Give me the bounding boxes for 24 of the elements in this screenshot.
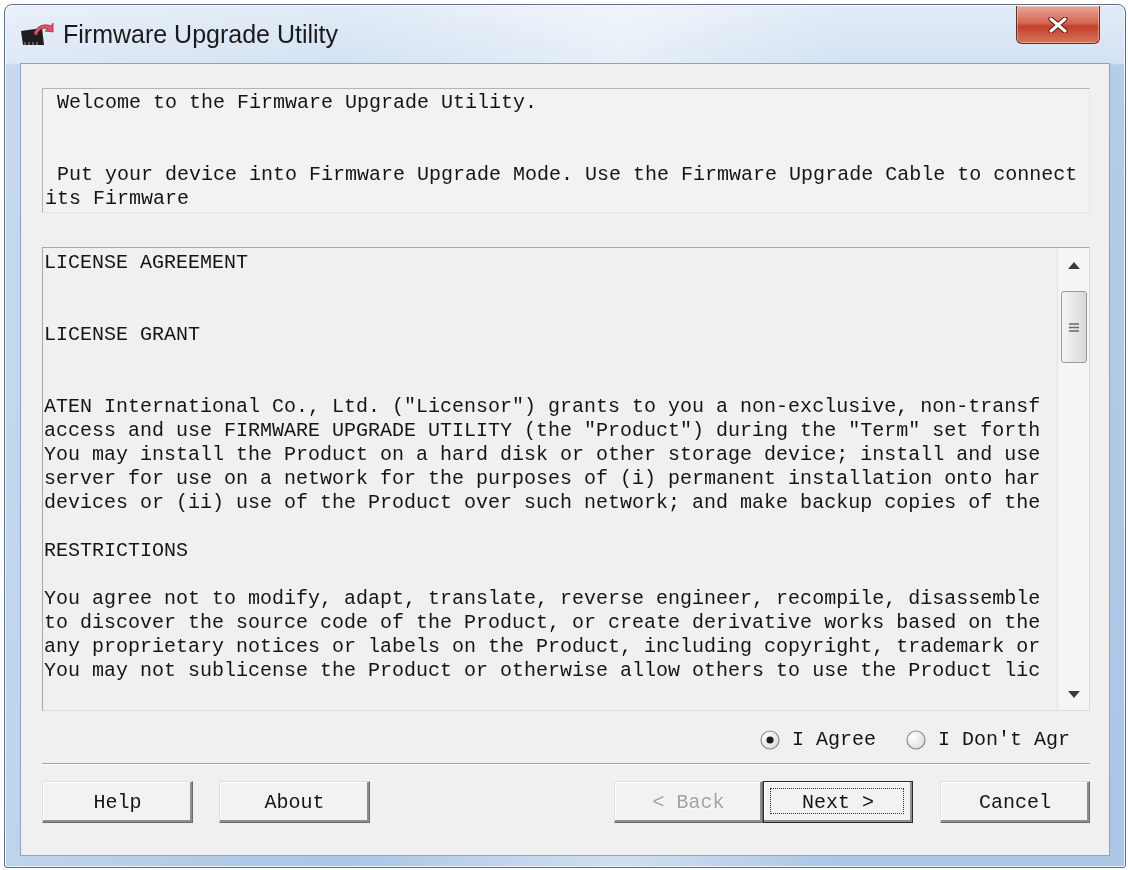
- dialog-button[interactable]: Help: [42, 781, 193, 823]
- scrollbar-track[interactable]: [1057, 248, 1089, 710]
- radio-option[interactable]: I Agree: [759, 728, 876, 752]
- instruction-text: Put your device into Firmware Upgrade Mode. Use the Firmware Upgrade Cable to connect its Firmware: [45, 163, 1079, 211]
- welcome-text: Welcome to the Firmware Upgrade Utility.: [56, 91, 539, 115]
- scroll-up-icon[interactable]: [1067, 262, 1080, 269]
- license-title: LICENSE AGREEMENT: [44, 251, 250, 275]
- license-paragraph: ATEN International Co., Ltd. ("Licensor") grants to you a non-exclusive, non-transf access and use FIRMWARE UPGRADE UTILITY (the "Product") during the "Term" set forth You may install the Product on a hard disk or other storage device; install and use server for use on a network for the purposes of (i) permanent installation onto har devices or (ii) use of the Product over such network; and make backup copies of the: [44, 395, 1042, 515]
- section-heading: LICENSE GRANT: [44, 323, 202, 347]
- radio-option[interactable]: I Don't Agr: [905, 728, 1070, 752]
- section-heading: RESTRICTIONS: [44, 539, 190, 563]
- chip-arrow-icon: [20, 22, 54, 46]
- window-title: Firmware Upgrade Utility: [63, 19, 339, 49]
- dialog-button[interactable]: About: [219, 781, 370, 823]
- scrollbar-thumb[interactable]: [1060, 291, 1087, 363]
- radio-circle-icon[interactable]: [759, 730, 780, 750]
- close-button[interactable]: [1016, 6, 1100, 44]
- radio-circle-icon[interactable]: [905, 730, 926, 750]
- license-paragraph: You agree not to modify, adapt, translate, reverse engineer, recompile, disassemble to discover the source code of the Product, or create derivative works based on the any proprietary notices or labels on the Product, including copyright, trademark or You may not sublicense the Product or otherwise allow others to use the Product lic: [44, 587, 1042, 683]
- scroll-down-icon[interactable]: [1067, 691, 1080, 698]
- close-icon: [1048, 16, 1068, 33]
- grip-icon: [1068, 322, 1079, 332]
- dialog-button[interactable]: Next >: [763, 781, 913, 823]
- dialog-button[interactable]: Cancel: [940, 781, 1090, 823]
